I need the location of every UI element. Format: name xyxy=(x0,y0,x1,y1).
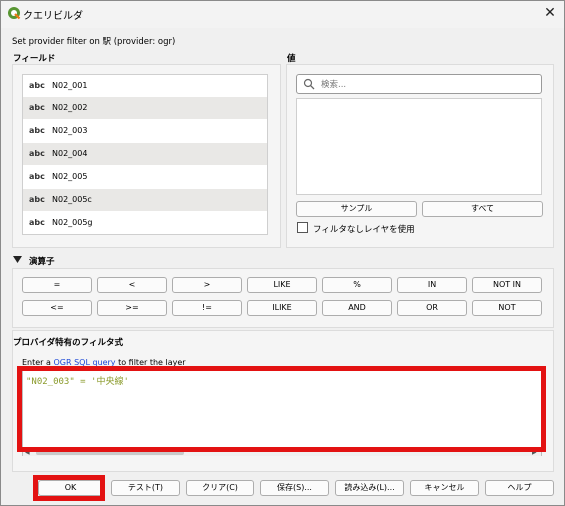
use-unfiltered-layer-label: フィルタなしレイヤを使用 xyxy=(313,225,415,235)
field-item[interactable]: abc N02_001 xyxy=(23,75,267,97)
clear-button[interactable]: クリア(C) xyxy=(186,480,254,496)
field-item[interactable]: abc N02_005 xyxy=(23,166,267,188)
values-header: 値 xyxy=(287,54,296,64)
qgis-logo-icon xyxy=(8,7,21,20)
operator-not-equal-button[interactable]: != xyxy=(172,300,242,316)
operator-like-button[interactable]: LIKE xyxy=(247,277,317,293)
window-title: クエリビルダ xyxy=(23,11,83,22)
close-icon[interactable]: ✕ xyxy=(540,4,560,22)
text-type-icon: abc xyxy=(29,195,45,204)
sql-highlight-box xyxy=(17,366,546,452)
field-name: N02_001 xyxy=(52,81,88,90)
field-name: N02_004 xyxy=(52,149,88,158)
text-type-icon: abc xyxy=(29,172,45,181)
field-name: N02_005g xyxy=(52,218,93,227)
collapse-triangle-icon[interactable] xyxy=(13,256,22,263)
cancel-button[interactable]: キャンセル xyxy=(410,480,479,496)
test-button[interactable]: テスト(T) xyxy=(111,480,180,496)
operator-equal-button[interactable]: = xyxy=(22,277,92,293)
sample-button[interactable]: サンプル xyxy=(296,201,417,217)
field-item[interactable]: abc N02_005c xyxy=(23,189,267,211)
field-item[interactable]: abc N02_003 xyxy=(23,120,267,142)
operator-not-in-button[interactable]: NOT IN xyxy=(472,277,542,293)
operator-percent-button[interactable]: % xyxy=(322,277,392,293)
operators-header: 演算子 xyxy=(29,257,55,267)
provider-filter-header: プロバイダ特有のフィルタ式 xyxy=(13,338,123,348)
operator-greater-equal-button[interactable]: >= xyxy=(97,300,167,316)
use-unfiltered-layer-checkbox[interactable] xyxy=(297,222,308,233)
text-type-icon: abc xyxy=(29,81,45,90)
field-name: N02_003 xyxy=(52,126,88,135)
search-placeholder: 検索... xyxy=(321,80,347,90)
field-item[interactable]: abc N02_004 xyxy=(23,143,267,165)
save-button[interactable]: 保存(S)... xyxy=(260,480,329,496)
all-values-button[interactable]: すべて xyxy=(422,201,543,217)
operator-or-button[interactable]: OR xyxy=(397,300,467,316)
field-item[interactable]: abc N02_002 xyxy=(23,97,267,119)
text-type-icon: abc xyxy=(29,103,45,112)
ok-highlight-box xyxy=(33,475,105,501)
operator-less-than-button[interactable]: < xyxy=(97,277,167,293)
text-type-icon: abc xyxy=(29,218,45,227)
operator-and-button[interactable]: AND xyxy=(322,300,392,316)
search-icon xyxy=(303,78,315,90)
operator-ilike-button[interactable]: ILIKE xyxy=(247,300,317,316)
field-name: N02_002 xyxy=(52,103,88,112)
help-button[interactable]: ヘルプ xyxy=(485,480,554,496)
values-list[interactable] xyxy=(296,98,542,195)
field-name: N02_005 xyxy=(52,172,88,181)
operator-greater-than-button[interactable]: > xyxy=(172,277,242,293)
operator-in-button[interactable]: IN xyxy=(397,277,467,293)
fields-header: フィールド xyxy=(13,54,56,64)
provider-label: Set provider filter on 駅 (provider: ogr) xyxy=(12,37,176,47)
field-name: N02_005c xyxy=(52,195,92,204)
title-bar xyxy=(0,0,565,28)
operator-not-button[interactable]: NOT xyxy=(472,300,542,316)
field-item[interactable]: abc N02_005g xyxy=(23,212,267,234)
operator-less-equal-button[interactable]: <= xyxy=(22,300,92,316)
load-button[interactable]: 読み込み(L)... xyxy=(335,480,404,496)
text-type-icon: abc xyxy=(29,149,45,158)
text-type-icon: abc xyxy=(29,126,45,135)
field-list[interactable]: abc N02_001 abc N02_002 abc N02_003 abc … xyxy=(22,74,268,235)
